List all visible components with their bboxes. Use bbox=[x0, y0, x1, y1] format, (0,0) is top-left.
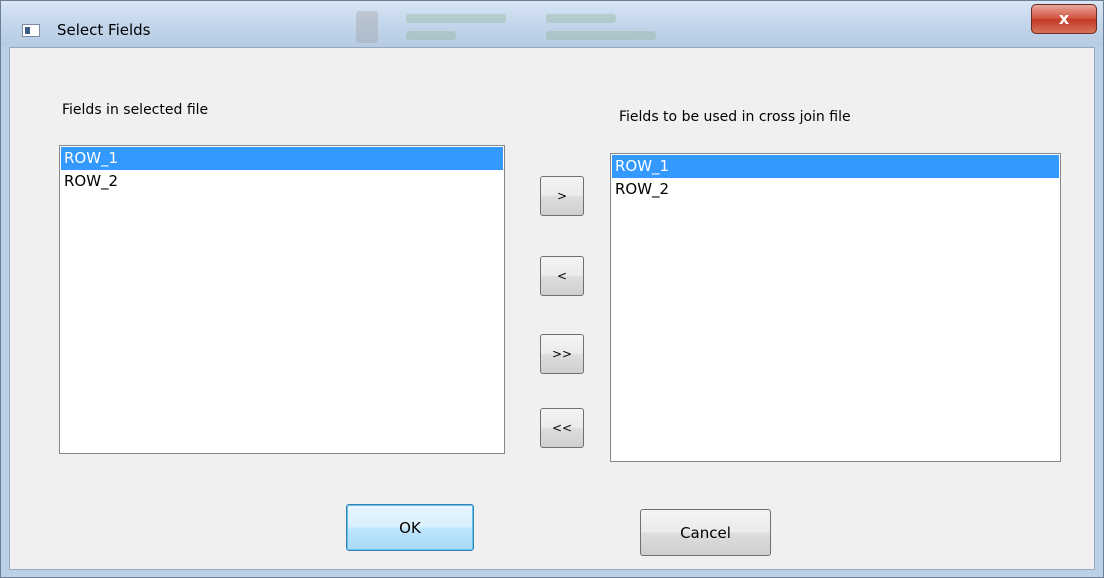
remove-selected-button[interactable]: < bbox=[540, 256, 584, 296]
list-item[interactable]: ROW_1 bbox=[61, 147, 503, 170]
dialog-client-area: Fields in selected file ROW_1 ROW_2 > < >… bbox=[9, 47, 1095, 570]
remove-all-button[interactable]: << bbox=[540, 408, 584, 448]
add-selected-button[interactable]: > bbox=[540, 176, 584, 216]
select-fields-dialog: Select Fields x Fields in selected file … bbox=[0, 0, 1104, 578]
target-fields-label: Fields to be used in cross join file bbox=[619, 109, 851, 125]
list-item[interactable]: ROW_2 bbox=[61, 170, 503, 193]
source-fields-list[interactable]: ROW_1 ROW_2 bbox=[59, 145, 505, 454]
window-title: Select Fields bbox=[57, 21, 151, 39]
close-icon: x bbox=[1058, 9, 1070, 28]
list-item[interactable]: ROW_2 bbox=[612, 178, 1059, 201]
source-fields-label: Fields in selected file bbox=[62, 102, 209, 118]
target-fields-list[interactable]: ROW_1 ROW_2 bbox=[610, 153, 1061, 462]
add-all-button[interactable]: >> bbox=[540, 334, 584, 374]
app-window-icon bbox=[22, 24, 40, 37]
list-item[interactable]: ROW_1 bbox=[612, 155, 1059, 178]
cancel-button[interactable]: Cancel bbox=[640, 509, 771, 556]
title-bar[interactable]: Select Fields x bbox=[1, 1, 1103, 47]
ok-button[interactable]: OK bbox=[346, 504, 474, 551]
close-button[interactable]: x bbox=[1031, 4, 1097, 34]
background-window-ghost bbox=[301, 1, 721, 43]
